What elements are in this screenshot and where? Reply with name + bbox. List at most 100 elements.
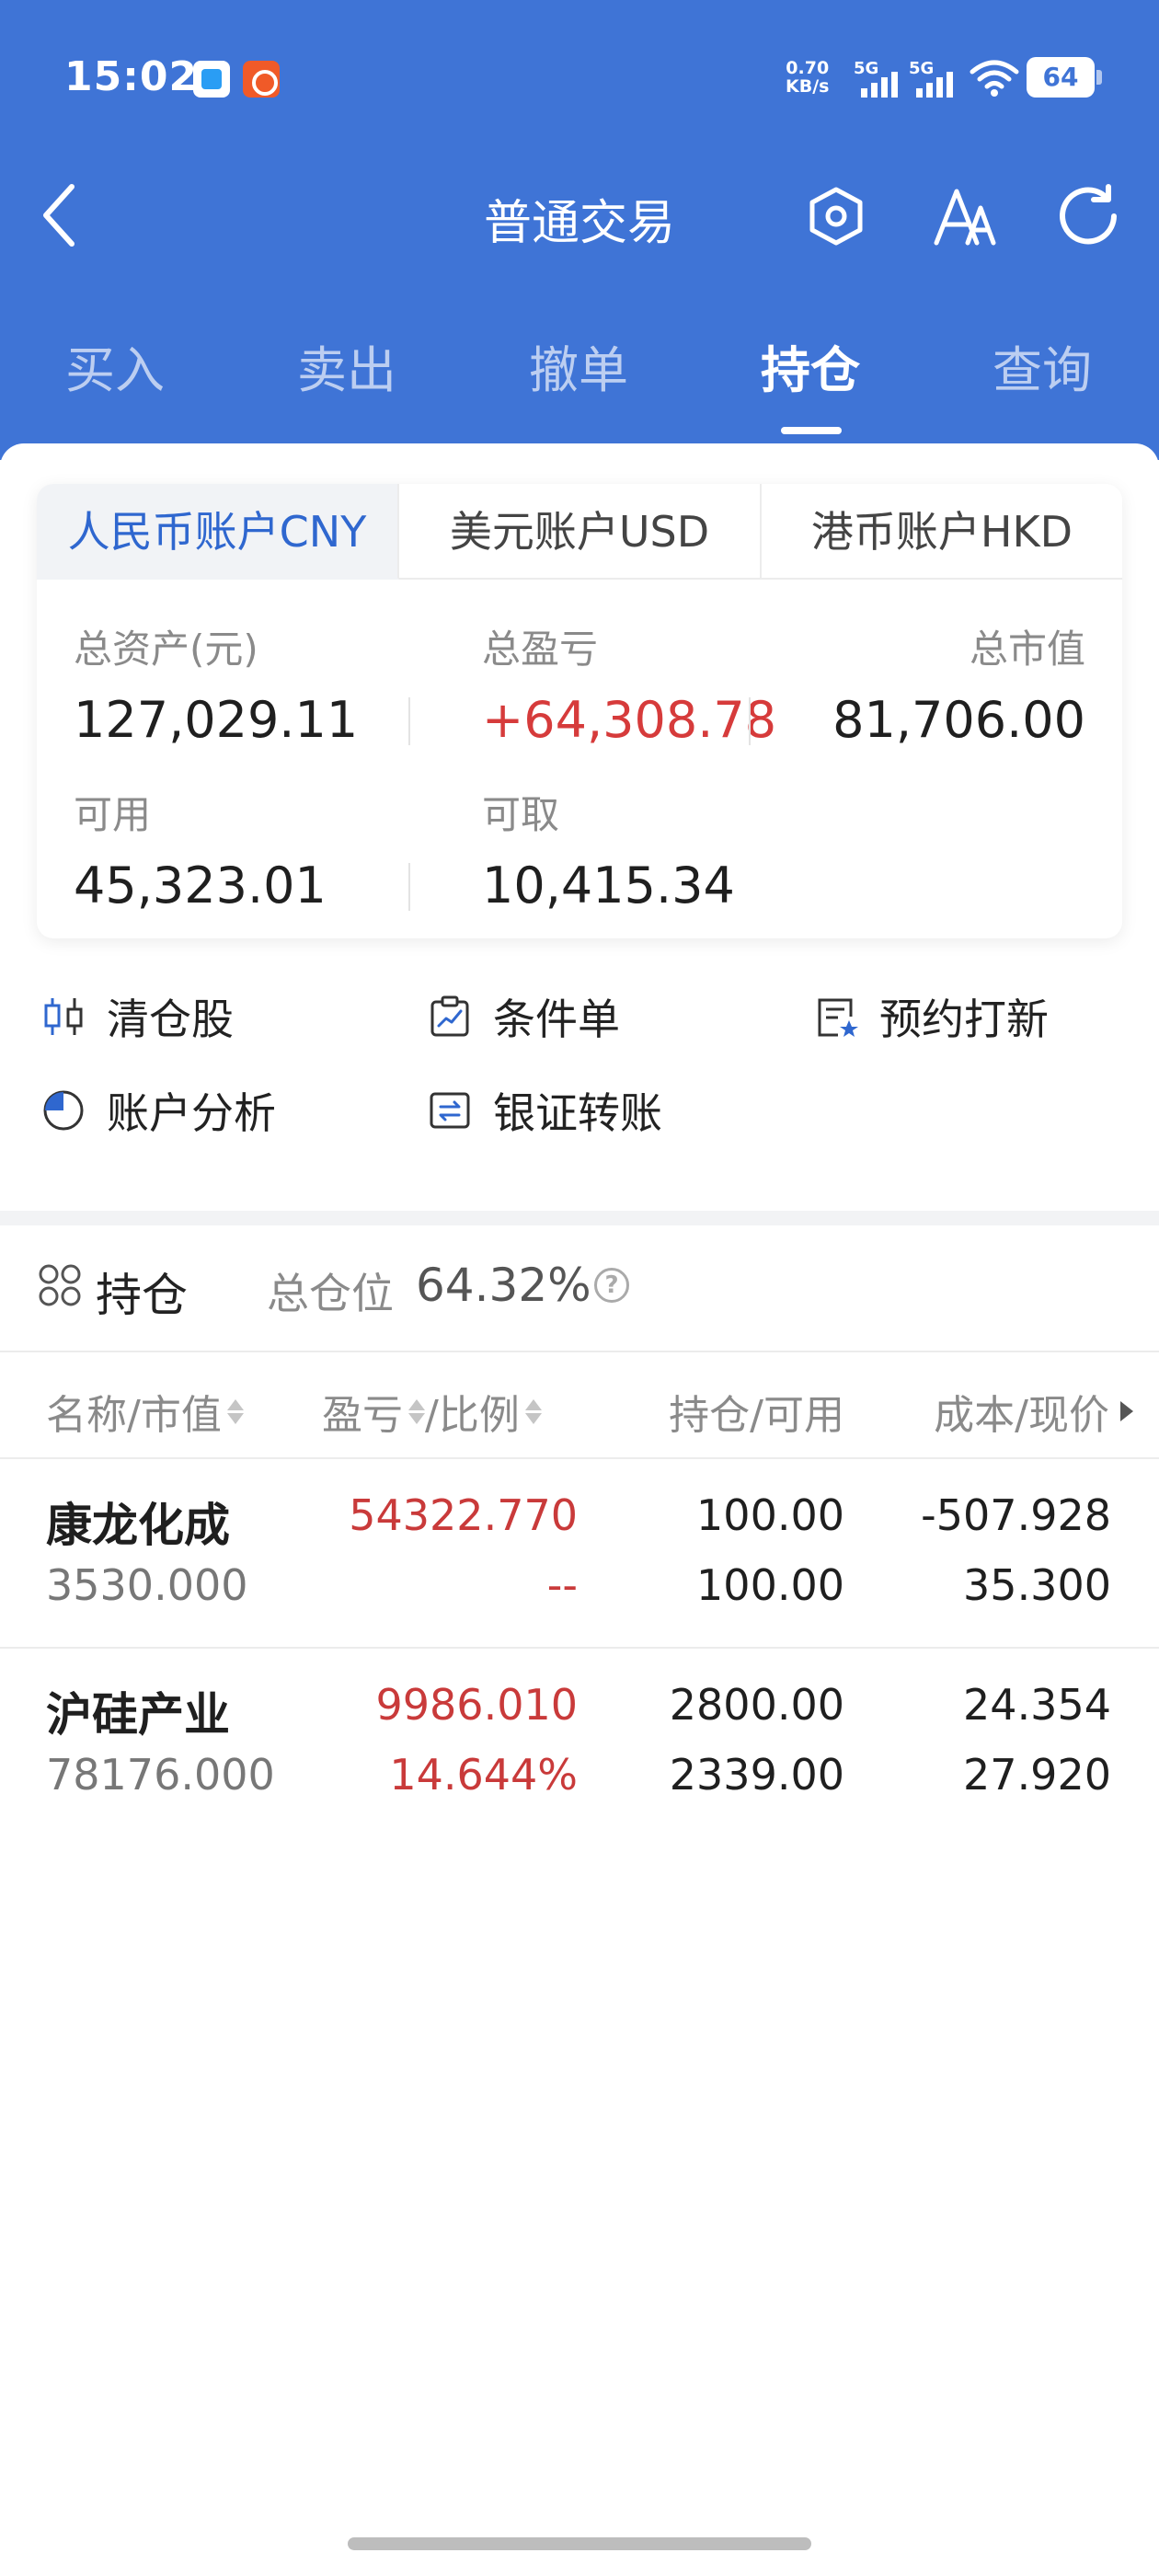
withdrawable-value: 10,415.34	[482, 857, 735, 914]
total-assets: 总资产(元) 127,029.11	[74, 618, 358, 749]
market-value-value: 81,706.00	[832, 691, 1085, 749]
withdrawable-label: 可取	[482, 792, 560, 837]
column-label: 持仓/可用	[669, 1392, 844, 1439]
cellular-signal-icon: 5G	[909, 59, 957, 98]
action-account-analysis[interactable]: 账户分析	[40, 1078, 276, 1143]
candlestick-icon	[40, 994, 86, 1040]
divider	[408, 863, 410, 911]
position-ratio-label: 总仓位	[267, 1269, 394, 1318]
market-value-label: 总市值	[969, 627, 1085, 672]
column-name-value[interactable]: 名称/市值	[46, 1382, 244, 1441]
tab-account-hkd[interactable]: 港币账户HKD	[762, 484, 1122, 580]
total-pnl: 总盈亏 +64,308.78	[482, 618, 776, 749]
tab-account-cny[interactable]: 人民币账户CNY	[37, 484, 399, 580]
font-size-icon	[934, 189, 996, 246]
column-position-available: 持仓/可用	[669, 1382, 844, 1441]
tab-query[interactable]: 查询	[927, 329, 1157, 402]
stock-available: 2339.00	[669, 1750, 844, 1800]
star-document-icon	[813, 994, 859, 1040]
tab-buy[interactable]: 买入	[0, 329, 230, 402]
font-size-button[interactable]	[925, 177, 1004, 256]
stock-available: 100.00	[696, 1560, 844, 1610]
pie-chart-icon	[40, 1087, 86, 1133]
action-label: 预约打新	[879, 995, 1049, 1044]
nav-bar: 普通交易	[0, 156, 1159, 276]
available-value: 45,323.01	[74, 857, 327, 914]
grid-icon	[39, 1264, 81, 1306]
column-label: 盈亏	[322, 1392, 403, 1439]
stock-cost: 24.354	[963, 1680, 1111, 1730]
trade-tabs: 买入 卖出 撤单 持仓 查询	[0, 304, 1159, 442]
action-ipo-subscription[interactable]: 预约打新	[813, 984, 1049, 1049]
active-tab-indicator	[781, 427, 842, 434]
action-label: 条件单	[493, 995, 620, 1044]
status-bar: 15:02 0.70 KB/s 5G 5G 64	[0, 0, 1159, 156]
stock-price: 35.300	[963, 1560, 1111, 1610]
sort-icon	[524, 1398, 542, 1424]
table-row[interactable]: 康龙化成 3530.000 54322.770 -- 100.00 100.00…	[0, 1459, 1159, 1649]
stock-cost: -507.928	[921, 1490, 1111, 1540]
available-label: 可用	[74, 792, 152, 837]
column-label: /比例	[425, 1392, 520, 1439]
network-speed-unit: KB/s	[786, 76, 830, 97]
stock-pnl-ratio: 14.644%	[389, 1750, 578, 1800]
action-label: 账户分析	[107, 1088, 276, 1138]
home-indicator[interactable]	[348, 2537, 811, 2550]
status-time: 15:02	[64, 53, 199, 100]
transfer-icon	[427, 1087, 473, 1133]
position-ratio-value: 64.32%	[416, 1259, 591, 1312]
network-speed: 0.70 KB/s	[786, 59, 829, 96]
back-button[interactable]	[22, 178, 96, 252]
wifi-icon	[970, 59, 1019, 101]
total-pnl-label: 总盈亏	[482, 627, 599, 672]
holdings-table-header: 名称/市值 盈亏 /比例 持仓/可用 成本/现价	[0, 1351, 1159, 1459]
action-bank-transfer[interactable]: 银证转账	[427, 1078, 662, 1143]
table-row[interactable]: 沪硅产业 78176.000 9986.010 14.644% 2800.00 …	[0, 1650, 1159, 1840]
total-assets-value: 127,029.11	[74, 691, 359, 749]
tab-sell[interactable]: 卖出	[232, 329, 462, 402]
sort-icon	[408, 1398, 425, 1424]
refresh-icon	[1060, 184, 1117, 245]
column-pnl[interactable]: 盈亏 /比例	[322, 1382, 542, 1441]
quick-actions: 清仓股 条件单 预约打新 账户分析 银证转账	[0, 975, 1159, 1196]
action-conditional-order[interactable]: 条件单	[427, 984, 620, 1049]
cellular-signal-icon: 5G	[854, 59, 901, 98]
tab-holdings[interactable]: 持仓	[695, 329, 925, 402]
tab-cancel-order[interactable]: 撤单	[464, 329, 694, 402]
column-label: 名称/市值	[46, 1392, 222, 1439]
account-summary-card: 人民币账户CNY 美元账户USD 港币账户HKD 总资产(元) 127,029.…	[37, 484, 1122, 938]
stock-name: 康龙化成	[46, 1499, 230, 1552]
holdings-title: 持仓	[96, 1269, 188, 1322]
withdrawable-funds: 可取 10,415.34	[482, 784, 735, 914]
caret-right-icon	[1120, 1401, 1133, 1421]
stock-price: 27.920	[963, 1750, 1111, 1800]
stock-pnl: 9986.010	[375, 1680, 579, 1730]
stock-position: 100.00	[696, 1490, 844, 1540]
help-icon[interactable]: ?	[594, 1268, 629, 1303]
settings-button[interactable]	[797, 177, 876, 256]
clipboard-chart-icon	[427, 994, 473, 1040]
market-value: 总市值 81,706.00	[832, 618, 1085, 749]
app-header: 15:02 0.70 KB/s 5G 5G 64 普通交易 买入 卖出 撤单 持…	[0, 0, 1159, 460]
stock-market-value: 3530.000	[46, 1560, 248, 1610]
total-pnl-value: +64,308.78	[482, 691, 777, 749]
stock-position: 2800.00	[669, 1680, 844, 1730]
section-divider	[0, 1211, 1159, 1225]
divider	[408, 697, 410, 745]
divider	[749, 697, 751, 745]
notification-app-icon	[193, 61, 230, 98]
stock-market-value: 78176.000	[46, 1750, 275, 1800]
chevron-left-icon	[43, 184, 75, 247]
action-label: 清仓股	[107, 995, 234, 1044]
refresh-button[interactable]	[1049, 177, 1128, 256]
column-cost-price[interactable]: 成本/现价	[934, 1382, 1133, 1441]
column-label: 成本/现价	[934, 1392, 1109, 1439]
available-funds: 可用 45,323.01	[74, 784, 327, 914]
tab-account-usd[interactable]: 美元账户USD	[399, 484, 762, 580]
notification-app-icon	[243, 61, 280, 98]
currency-account-tabs: 人民币账户CNY 美元账户USD 港币账户HKD	[37, 484, 1122, 580]
stock-pnl-ratio: --	[546, 1560, 578, 1610]
action-clear-positions[interactable]: 清仓股	[40, 984, 234, 1049]
sort-icon	[226, 1398, 244, 1424]
action-label: 银证转账	[493, 1088, 662, 1138]
